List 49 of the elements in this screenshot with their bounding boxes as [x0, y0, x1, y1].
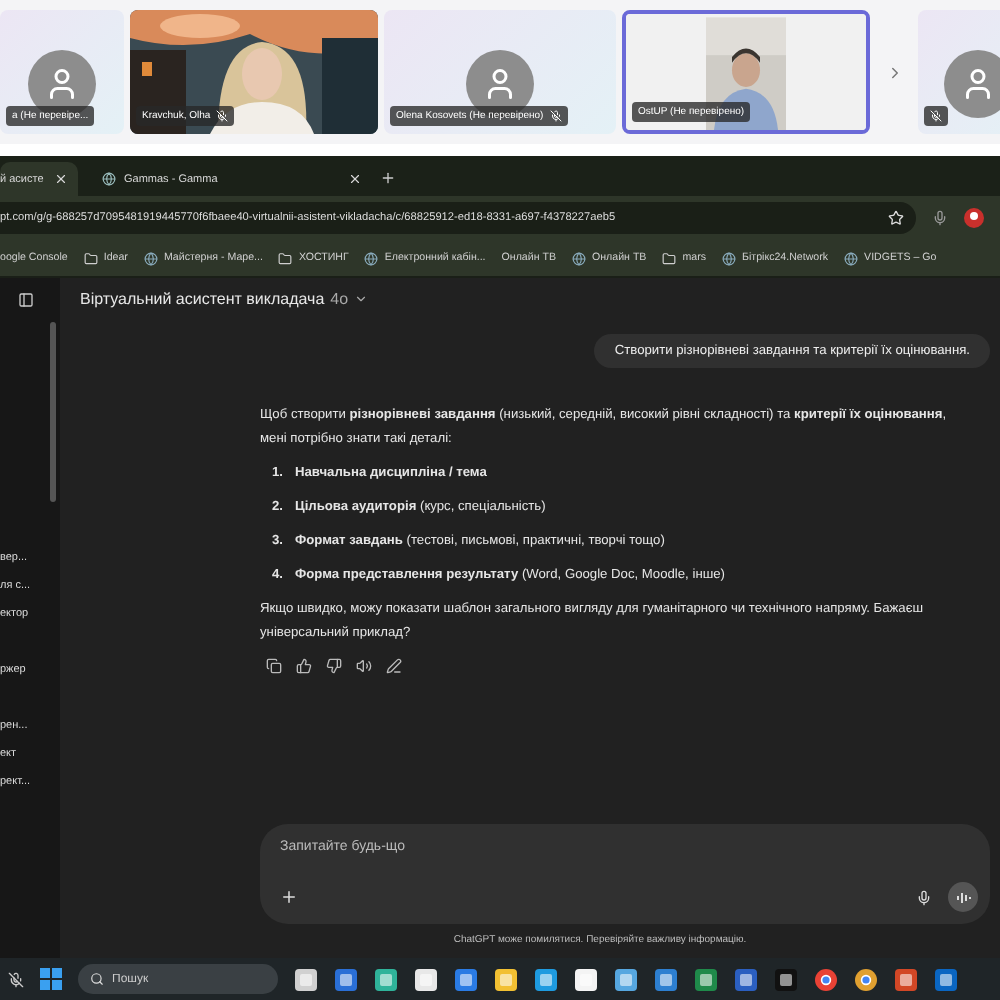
close-icon[interactable]: [348, 172, 362, 186]
app-icon[interactable]: [494, 967, 518, 991]
waveform-icon: [955, 889, 971, 905]
app-icon[interactable]: [614, 967, 638, 991]
profile-icon[interactable]: [964, 208, 984, 228]
app-icon[interactable]: [334, 967, 358, 991]
globe-icon: [722, 251, 736, 265]
globe-icon: [844, 251, 859, 265]
folder-icon: [662, 251, 677, 265]
globe-icon: [572, 251, 586, 265]
site-icon: [102, 172, 116, 186]
app-icon[interactable]: [414, 967, 438, 991]
globe-icon: [364, 251, 379, 265]
app-icon[interactable]: [734, 967, 758, 991]
mic-icon[interactable]: [916, 889, 932, 905]
app-icon[interactable]: [374, 967, 398, 991]
mic-icon[interactable]: [932, 210, 948, 226]
plus-icon[interactable]: [280, 888, 298, 906]
voice-button[interactable]: [948, 882, 978, 912]
avatar-icon: [944, 50, 1000, 118]
app-icon[interactable]: [894, 967, 918, 991]
folder-icon: [83, 251, 98, 265]
thumbs-up-icon[interactable]: [296, 658, 312, 674]
thumbs-down-icon[interactable]: [326, 658, 342, 674]
app-icon[interactable]: [774, 967, 798, 991]
app-icon[interactable]: [294, 967, 318, 991]
app-icon[interactable]: [814, 967, 838, 991]
chevron-down-icon[interactable]: [354, 291, 369, 305]
app-icon[interactable]: [654, 967, 678, 991]
model-label[interactable]: 4о: [330, 289, 349, 307]
app-icon[interactable]: [694, 967, 718, 991]
globe-icon: [143, 251, 158, 265]
app-icon[interactable]: [454, 967, 478, 991]
mic-off-icon[interactable]: [8, 971, 24, 987]
close-icon[interactable]: [54, 172, 68, 186]
copy-icon[interactable]: [266, 658, 282, 674]
gpt-title[interactable]: Віртуальний асистент викладача: [80, 289, 325, 307]
app-icon[interactable]: [534, 967, 558, 991]
app-icon[interactable]: [934, 967, 958, 991]
windows-icon[interactable]: [40, 968, 62, 990]
search-icon[interactable]: [90, 972, 104, 986]
star-icon[interactable]: [888, 210, 904, 226]
sidebar-toggle-icon[interactable]: [18, 292, 34, 308]
speaker-icon[interactable]: [356, 658, 372, 674]
app-icon[interactable]: [854, 967, 878, 991]
app-icon[interactable]: [574, 967, 598, 991]
new-tab-icon[interactable]: [380, 170, 396, 186]
edit-icon[interactable]: [386, 658, 402, 674]
folder-icon: [278, 251, 293, 265]
